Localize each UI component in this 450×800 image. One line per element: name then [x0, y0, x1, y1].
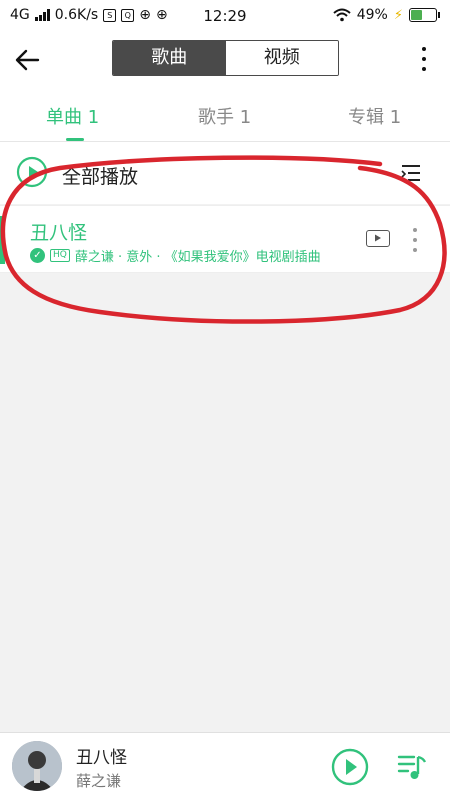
- play-all-label[interactable]: 全部播放: [62, 162, 138, 189]
- battery-percent: 49%: [356, 7, 388, 23]
- tab-indicator: [66, 138, 84, 141]
- more-options-icon[interactable]: [418, 44, 430, 74]
- now-playing-artist: 薛之谦: [76, 772, 122, 790]
- segment-songs[interactable]: 歌曲: [113, 41, 226, 75]
- downloaded-check-icon: ✓: [30, 248, 45, 263]
- tab-albums[interactable]: 专辑 1: [348, 103, 401, 129]
- play-button-icon[interactable]: [330, 747, 370, 787]
- video-play-icon[interactable]: [366, 230, 390, 247]
- play-circle-icon[interactable]: [16, 156, 48, 188]
- now-playing-marker: [0, 216, 5, 264]
- mini-player[interactable]: 丑八怪 薛之谦: [0, 732, 450, 800]
- album-cover-avatar[interactable]: [12, 741, 62, 791]
- charging-icon: ⚡: [393, 7, 403, 23]
- segment-videos[interactable]: 视频: [225, 41, 338, 75]
- wifi-icon: [333, 8, 351, 22]
- back-arrow-icon[interactable]: [12, 44, 44, 76]
- playlist-queue-icon[interactable]: [396, 751, 428, 783]
- song-title: 丑八怪: [30, 222, 88, 244]
- tab-artists[interactable]: 歌手 1: [198, 103, 251, 129]
- song-list-item[interactable]: 丑八怪 ✓ HQ 薛之谦 · 意外 · 《如果我爱你》电视剧插曲: [0, 205, 450, 273]
- tab-singles[interactable]: 单曲 1: [46, 103, 99, 129]
- now-playing-title: 丑八怪: [76, 748, 127, 768]
- status-right: 49% ⚡: [333, 7, 440, 23]
- top-bar: 歌曲 视频: [0, 32, 450, 86]
- content-type-switch: 歌曲 视频: [112, 40, 339, 76]
- result-tabs: 单曲 1 歌手 1 专辑 1: [0, 86, 450, 142]
- song-meta: ✓ HQ 薛之谦 · 意外 · 《如果我爱你》电视剧插曲: [30, 246, 321, 265]
- quality-badge: HQ: [50, 249, 70, 262]
- battery-icon: [409, 8, 440, 22]
- song-artist-album: 薛之谦 · 意外 · 《如果我爱你》电视剧插曲: [74, 250, 321, 265]
- play-all-bar[interactable]: 全部播放: [0, 142, 450, 204]
- status-bar: 4G 0.6K/s S Q ⊕ ⊕ 12:29 49% ⚡: [0, 0, 450, 32]
- multi-select-icon[interactable]: [400, 162, 422, 184]
- song-more-icon[interactable]: [412, 228, 418, 252]
